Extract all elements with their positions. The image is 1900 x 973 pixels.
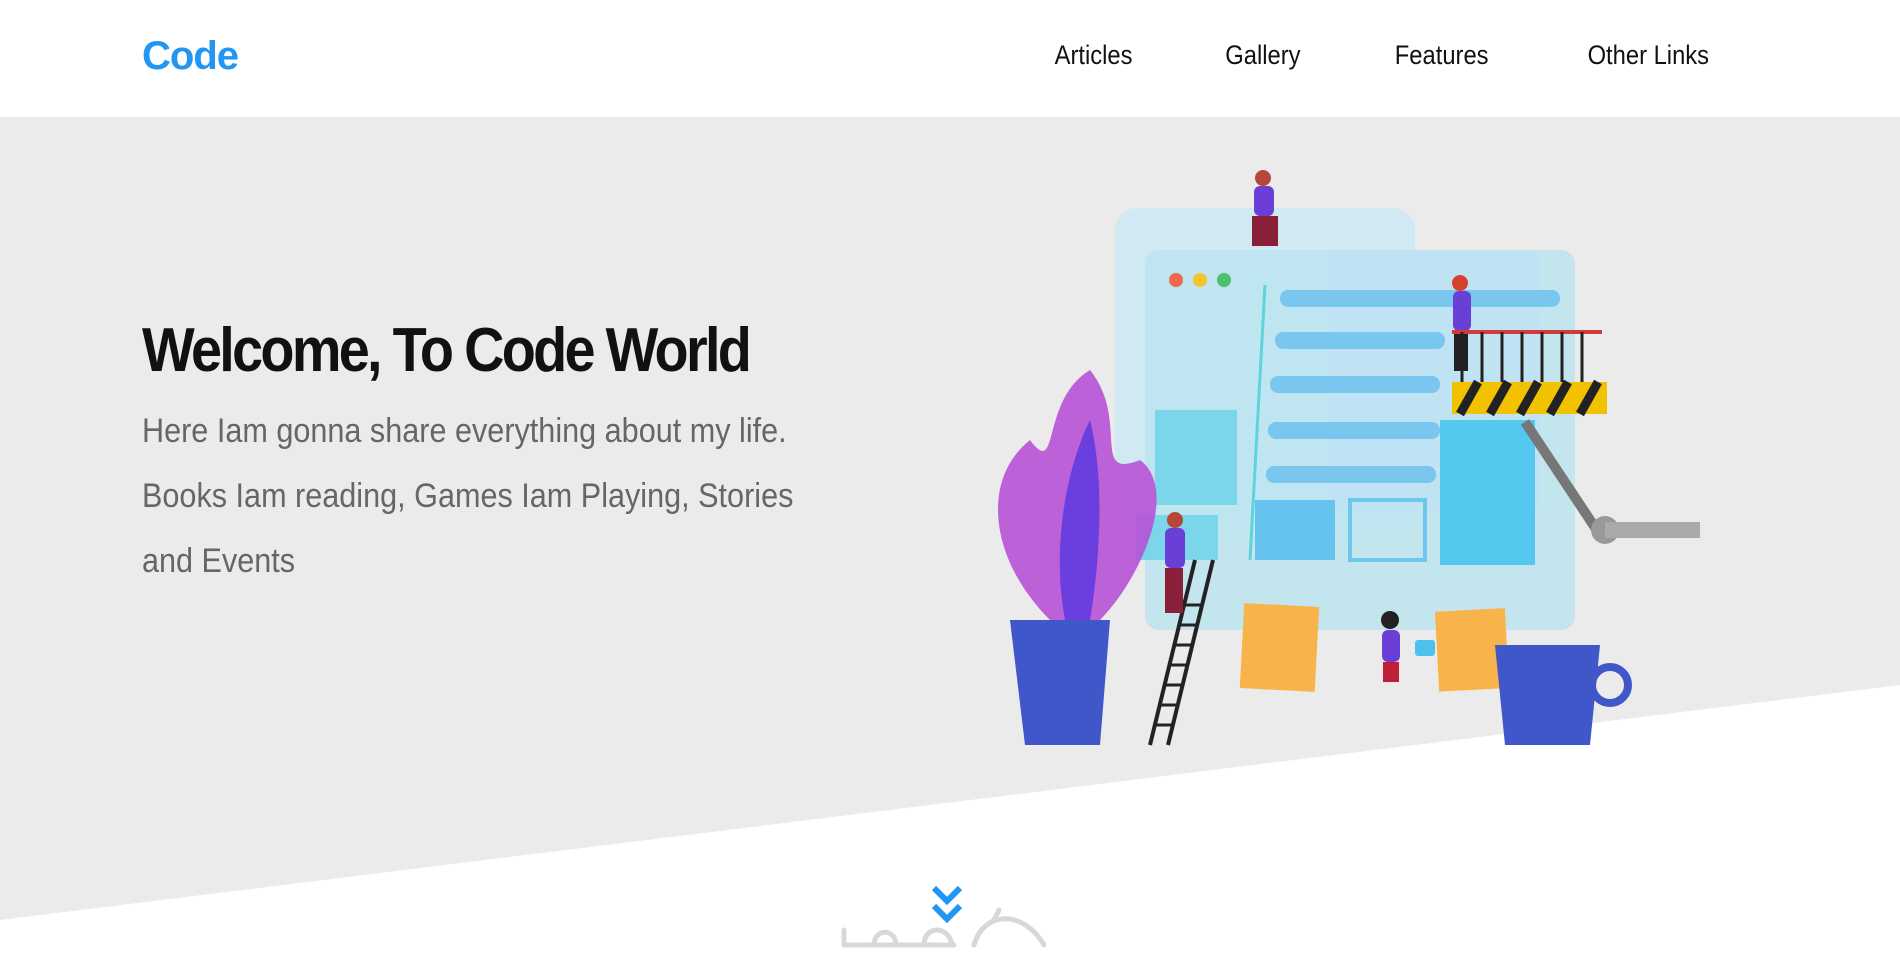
logo[interactable]: Code	[142, 34, 239, 79]
hero-description: Here Iam gonna share everything about my…	[142, 412, 794, 581]
nav-articles[interactable]: Articles	[1055, 40, 1133, 71]
hero-title: Welcome, To Code World	[142, 316, 752, 385]
khamsat-watermark	[841, 907, 1047, 948]
nav-features[interactable]: Features	[1395, 40, 1489, 71]
site-header: Code Articles Gallery Features Other Lin…	[0, 0, 1900, 117]
main-nav: Articles Gallery Features Other Links	[962, 40, 1709, 71]
hero-illustration	[997, 170, 1700, 746]
nav-other-links[interactable]: Other Links	[1588, 40, 1709, 71]
hero-text: Welcome, To Code World Here Iam gonna sh…	[142, 316, 862, 594]
nav-gallery[interactable]: Gallery	[1225, 40, 1300, 71]
